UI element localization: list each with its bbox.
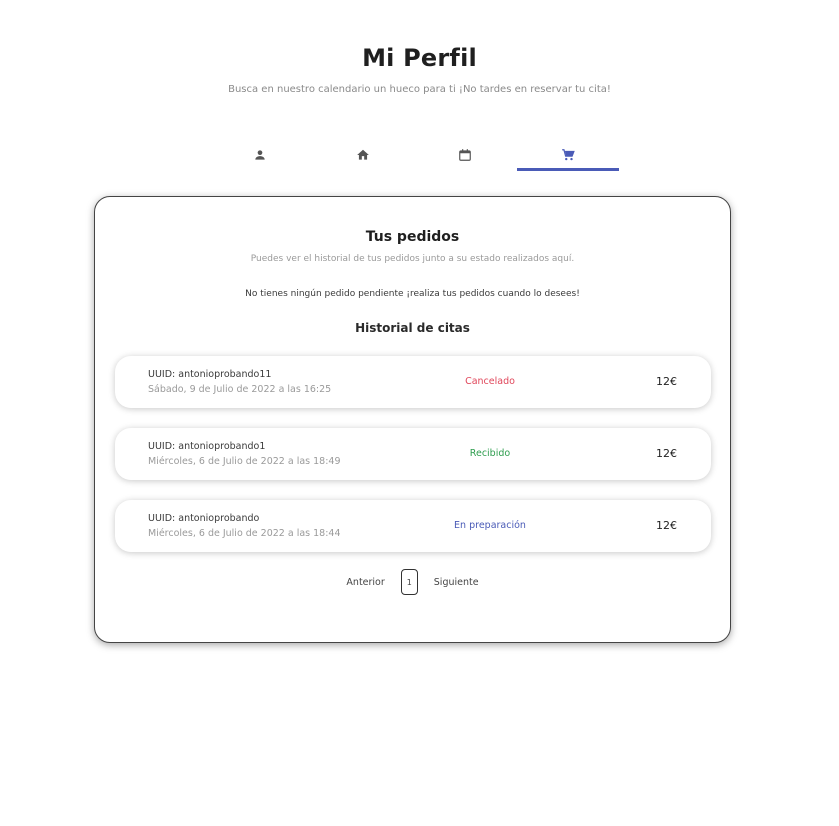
order-date: Miércoles, 6 de Julio de 2022 a las 18:4…	[148, 528, 341, 539]
page-number-button[interactable]: 1	[400, 569, 418, 595]
orders-title: Tus pedidos	[365, 229, 460, 245]
order-list: UUID: antonioprobando11 Sábado, 9 de Jul…	[115, 356, 711, 572]
order-status-cancelled: Cancelado	[465, 376, 515, 387]
order-uuid: UUID: antonioprobando1	[148, 441, 266, 452]
orders-subtitle: Puedes ver el historial de tus pedidos j…	[250, 254, 575, 264]
person-icon	[255, 150, 265, 160]
tab-orders[interactable]	[516, 144, 620, 172]
tab-calendar[interactable]	[414, 144, 517, 172]
pending-orders-message: No tienes ningún pedido pendiente ¡reali…	[245, 289, 580, 299]
home-icon	[356, 149, 369, 160]
order-uuid: UUID: antonioprobando11	[148, 369, 272, 380]
tab-profile[interactable]	[209, 144, 312, 172]
order-row[interactable]: UUID: antonioprobando Miércoles, 6 de Ju…	[115, 500, 711, 552]
order-price: 12€	[656, 375, 677, 388]
cart-icon	[561, 149, 575, 161]
page-title: Mi Perfil	[362, 44, 477, 72]
next-page-button[interactable]: Siguiente	[434, 577, 479, 588]
order-status-received: Recibido	[469, 448, 511, 459]
order-price: 12€	[656, 447, 677, 460]
calendar-icon	[459, 149, 472, 161]
pagination: Anterior 1 Siguiente	[95, 569, 730, 595]
order-uuid: UUID: antonioprobando	[148, 513, 260, 524]
tab-home[interactable]	[312, 144, 415, 172]
orders-card: Tus pedidos Puedes ver el historial de t…	[94, 196, 731, 643]
order-date: Miércoles, 6 de Julio de 2022 a las 18:4…	[148, 456, 341, 467]
profile-tabs	[209, 144, 619, 172]
previous-page-button[interactable]: Anterior	[346, 577, 384, 588]
order-date: Sábado, 9 de Julio de 2022 a las 16:25	[148, 384, 332, 395]
page-subtitle: Busca en nuestro calendario un hueco par…	[228, 84, 611, 95]
order-price: 12€	[656, 519, 677, 532]
order-row[interactable]: UUID: antonioprobando11 Sábado, 9 de Jul…	[115, 356, 711, 408]
order-status-preparing: En preparación	[454, 520, 526, 531]
history-title: Historial de citas	[355, 321, 470, 335]
order-row[interactable]: UUID: antonioprobando1 Miércoles, 6 de J…	[115, 428, 711, 480]
